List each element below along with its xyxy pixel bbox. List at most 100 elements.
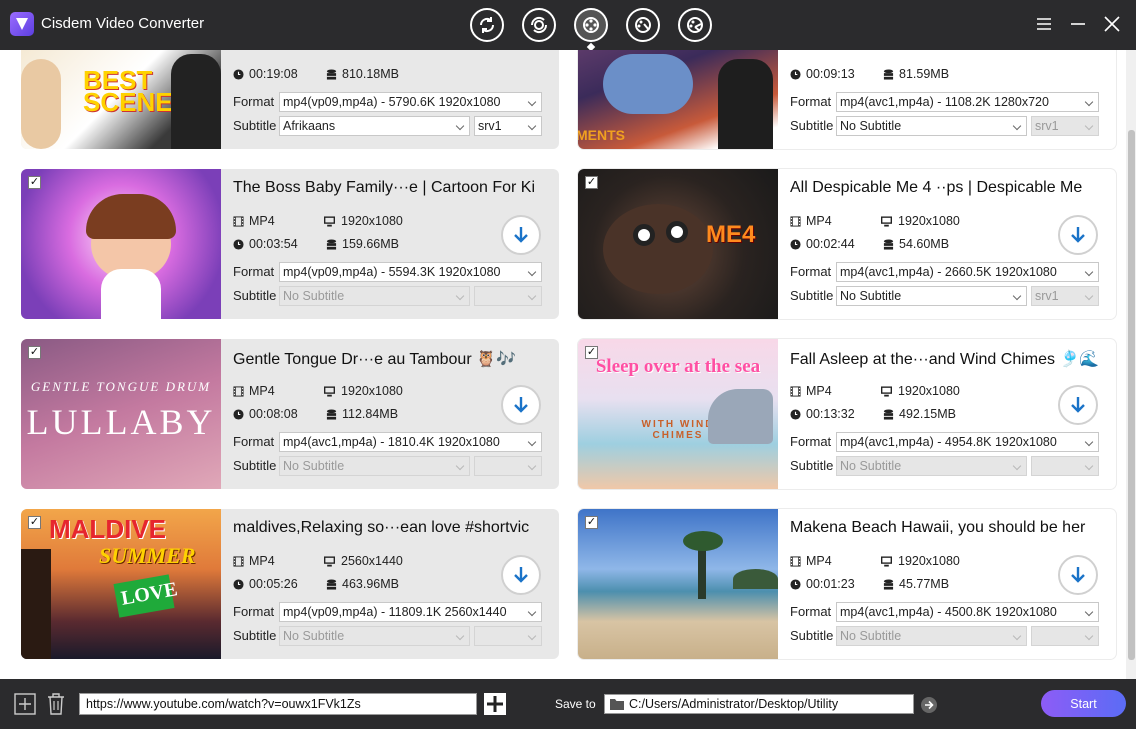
video-title: Gentle Tongue Dr···e au Tambour 🦉🎶 [233,351,516,368]
format-select[interactable]: mp4(vp09,mp4a) - 5790.6K 1920x1080 [279,92,542,112]
video-thumbnail: MALDIVE SUMMER LOVE [21,509,221,659]
select-checkbox[interactable]: ✓ [28,176,41,189]
monitor-icon [324,385,335,397]
clock-icon [790,238,801,250]
subtitle-select[interactable]: Afrikaans [279,116,470,136]
start-button[interactable]: Start [1041,690,1126,717]
subtitle-select[interactable]: No Subtitle [279,626,470,646]
download-button[interactable] [501,215,541,255]
select-checkbox[interactable]: ✓ [28,516,41,529]
film-icon [790,215,801,227]
download-button[interactable] [1058,385,1098,425]
menu-icon[interactable] [1034,14,1054,34]
rip-mode-button[interactable] [522,8,556,42]
video-list[interactable]: BEST SCENES 00:19:08 810.18MB Format mp4… [0,50,1136,679]
container-format: MP4 [790,384,832,398]
video-card[interactable]: MALDIVE SUMMER LOVE ✓ maldives,Relaxing … [21,509,559,659]
database-icon [883,578,894,590]
add-url-icon[interactable] [483,692,507,716]
format-label: Format [233,604,275,619]
select-checkbox[interactable]: ✓ [585,346,598,359]
format-select[interactable]: mp4(avc1,mp4a) - 4954.8K 1920x1080 [836,432,1099,452]
database-icon [326,238,337,250]
subtitle-track-select[interactable] [474,626,542,646]
subtitle-track-select[interactable]: srv1 [474,116,542,136]
subtitle-track-select[interactable]: srv1 [1031,286,1099,306]
video-card[interactable]: ✓ The Boss Baby Family···e | Cartoon For… [21,169,559,319]
rip-icon [530,16,548,34]
edit-mode-button[interactable] [626,8,660,42]
film-icon [233,385,244,397]
convert-mode-button[interactable] [470,8,504,42]
subtitle-track-select[interactable] [1031,456,1099,476]
download-arrow-icon [514,567,528,583]
compress-mode-button[interactable] [678,8,712,42]
subtitle-track-select[interactable] [474,456,542,476]
download-button[interactable] [1058,215,1098,255]
add-file-icon[interactable] [14,693,36,715]
format-select[interactable]: mp4(avc1,mp4a) - 4500.8K 1920x1080 [836,602,1099,622]
video-card[interactable]: Sleep over at the sea WITH WIND CHIMES ✓… [578,339,1116,489]
thumbnail-text: Sleep over at the sea [595,356,761,377]
monitor-icon [324,555,335,567]
trash-icon[interactable] [45,692,67,716]
subtitle-select[interactable]: No Subtitle [279,456,470,476]
download-mode-button[interactable] [574,8,608,42]
format-select[interactable]: mp4(avc1,mp4a) - 1108.2K 1280x720 [836,92,1099,112]
resolution: 1920x1080 [880,214,960,228]
duration: 00:03:54 [233,237,298,251]
close-icon[interactable] [1102,14,1122,34]
subtitle-track-select[interactable] [474,286,542,306]
video-card[interactable]: ✓ Makena Beach Hawaii, you should be her… [578,509,1116,659]
download-button[interactable] [501,385,541,425]
select-checkbox[interactable]: ✓ [585,516,598,529]
scrollbar-thumb[interactable] [1128,130,1135,660]
subtitle-track-select[interactable]: srv1 [1031,116,1099,136]
file-size: 492.15MB [883,407,956,421]
format-select[interactable]: mp4(avc1,mp4a) - 2660.5K 1920x1080 [836,262,1099,282]
database-icon [883,408,894,420]
subtitle-label: Subtitle [790,458,834,473]
arrow-right-icon[interactable] [920,696,938,714]
app-title: Cisdem Video Converter [41,15,205,32]
format-select[interactable]: mp4(vp09,mp4a) - 5594.3K 1920x1080 [279,262,542,282]
container-format: MP4 [233,554,275,568]
url-input[interactable] [79,693,477,715]
format-label: Format [233,434,275,449]
database-icon [326,68,337,80]
format-select[interactable]: mp4(vp09,mp4a) - 11809.1K 2560x1440 [279,602,542,622]
save-path-field[interactable]: C:/Users/Administrator/Desktop/Utility [604,694,914,714]
container-format: MP4 [233,384,275,398]
subtitle-select[interactable]: No Subtitle [836,286,1027,306]
format-select[interactable]: mp4(avc1,mp4a) - 1810.4K 1920x1080 [279,432,542,452]
subtitle-select[interactable]: No Subtitle [836,626,1027,646]
subtitle-label: Subtitle [233,118,277,133]
video-title: Fall Asleep at the···and Wind Chimes 🎐🌊 [790,351,1100,368]
download-button[interactable] [1058,555,1098,595]
database-icon [883,68,894,80]
save-path-text: C:/Users/Administrator/Desktop/Utility [629,697,839,711]
minimize-icon[interactable] [1068,14,1088,34]
file-size: 463.96MB [326,577,399,591]
video-title: All Despicable Me 4 ··ps | Despicable Me [790,179,1083,196]
select-checkbox[interactable]: ✓ [28,346,41,359]
container-format: MP4 [233,214,275,228]
video-card[interactable]: ME4 ✓ All Despicable Me 4 ··ps | Despica… [578,169,1116,319]
file-size: 112.84MB [326,407,398,421]
format-label: Format [790,94,832,109]
subtitle-select[interactable]: No Subtitle [279,286,470,306]
video-card[interactable]: GENTLE TONGUE DRUM LULLABY ✓ Gentle Tong… [21,339,559,489]
film-icon [790,385,801,397]
subtitle-select[interactable]: No Subtitle [836,456,1027,476]
subtitle-select[interactable]: No Subtitle [836,116,1027,136]
video-card[interactable]: MENTS 00:09:13 81.59MB Format mp4(avc1,m… [578,50,1116,149]
thumbnail-text: ME4 [706,221,756,248]
download-button[interactable] [501,555,541,595]
video-title: The Boss Baby Family···e | Cartoon For K… [233,179,536,196]
resolution: 1920x1080 [323,214,403,228]
format-label: Format [233,94,275,109]
subtitle-track-select[interactable] [1031,626,1099,646]
select-checkbox[interactable]: ✓ [585,176,598,189]
video-card[interactable]: BEST SCENES 00:19:08 810.18MB Format mp4… [21,50,559,149]
clock-icon [233,578,244,590]
